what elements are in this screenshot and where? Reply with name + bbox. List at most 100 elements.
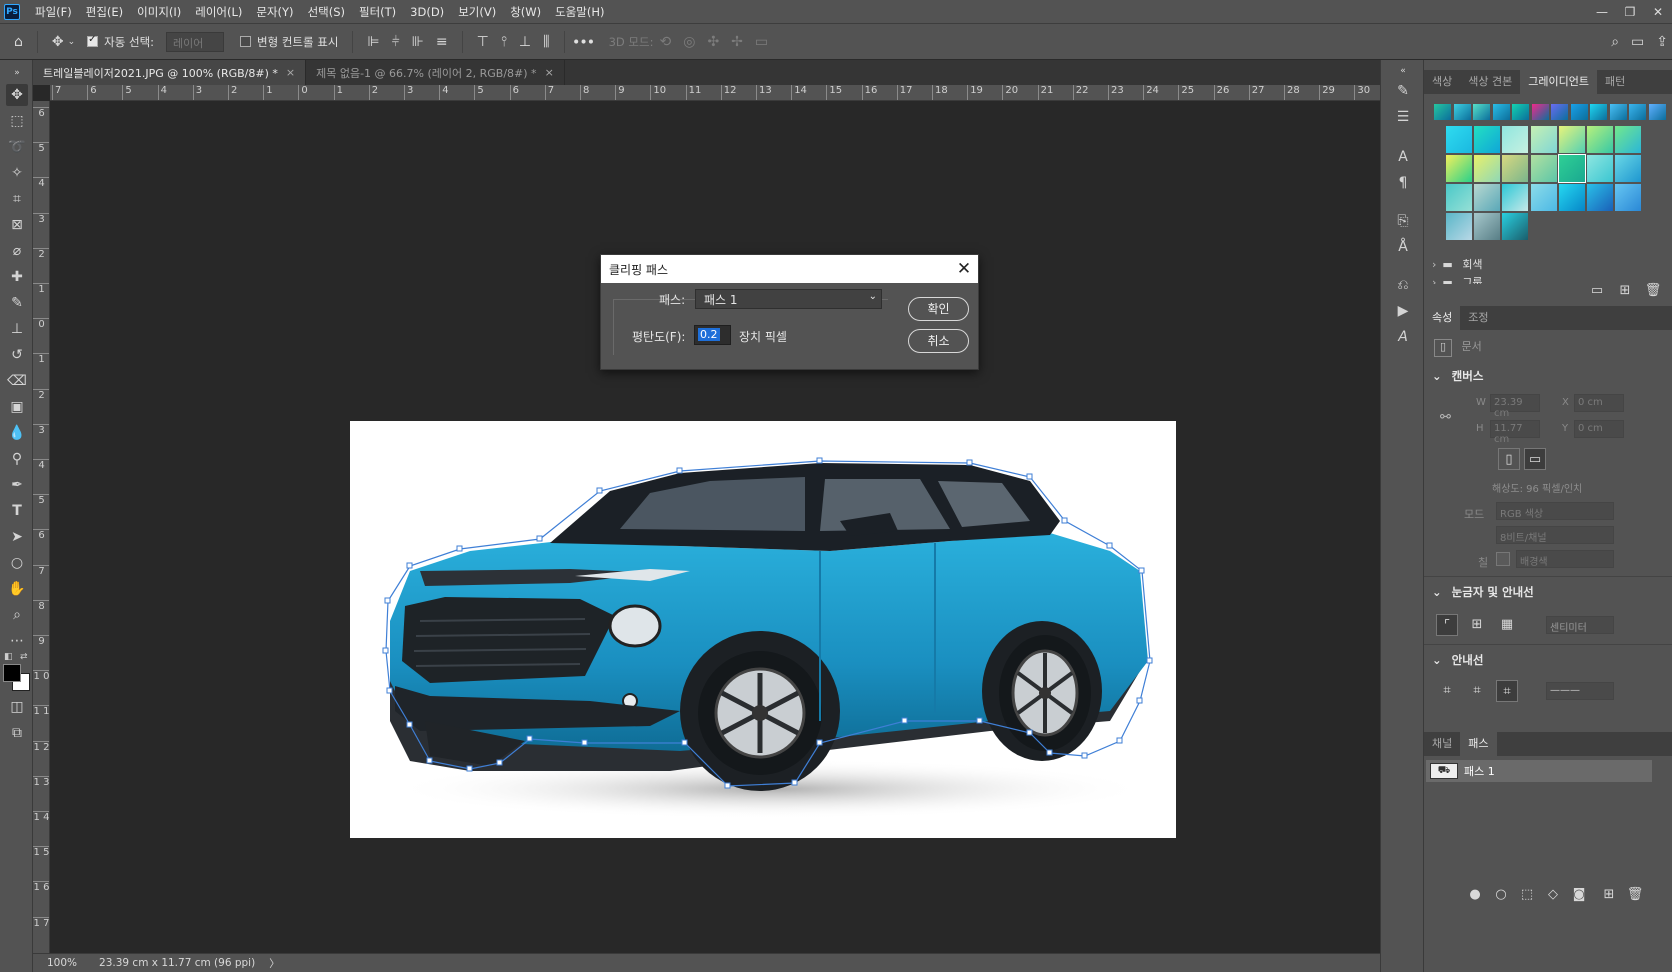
units-dropdown[interactable]: 센티미터 xyxy=(1546,616,1614,634)
lasso-tool-icon[interactable]: ➰ xyxy=(6,136,28,158)
transform-controls-checkbox[interactable] xyxy=(240,36,252,47)
magic-wand-tool-icon[interactable]: ✧ xyxy=(6,162,28,184)
gradient-swatch[interactable] xyxy=(1615,126,1642,153)
path-selection-tool-icon[interactable]: ➤ xyxy=(6,526,28,548)
pixel-grid-icon[interactable]: ▦ xyxy=(1496,614,1518,636)
default-colors-icon[interactable]: ◧ xyxy=(4,652,13,662)
gradient-swatch[interactable] xyxy=(1473,104,1490,120)
marquee-tool-icon[interactable]: ⬚ xyxy=(6,110,28,132)
menu-edit[interactable]: 편집(E) xyxy=(79,0,130,24)
close-tab-icon[interactable]: × xyxy=(545,66,554,79)
align-center-h-icon[interactable]: ⫩ xyxy=(392,34,400,50)
blur-tool-icon[interactable]: 💧 xyxy=(6,422,28,444)
guide-layout-icon[interactable]: ⌗ xyxy=(1436,680,1458,702)
new-group-icon[interactable]: ▭ xyxy=(1586,280,1608,302)
gradient-swatch[interactable] xyxy=(1474,213,1501,240)
adjust-panel-icon[interactable]: ☰ xyxy=(1392,106,1414,128)
move-tool-preset-icon[interactable]: ✥ xyxy=(52,34,64,50)
tab-adjustments[interactable]: 조정 xyxy=(1460,306,1496,330)
gradient-swatch[interactable] xyxy=(1609,104,1627,120)
fill-dropdown[interactable]: 배경색 xyxy=(1516,550,1614,568)
screen-mode-icon[interactable]: ⧉ xyxy=(6,722,28,744)
gradient-swatch[interactable] xyxy=(1512,104,1529,120)
stroke-path-icon[interactable]: ○ xyxy=(1490,884,1512,906)
gradient-tool-icon[interactable]: ▣ xyxy=(6,396,28,418)
gradient-swatch[interactable] xyxy=(1557,154,1586,183)
close-tab-icon[interactable]: × xyxy=(286,66,295,79)
quick-mask-icon[interactable]: ◫ xyxy=(6,696,28,718)
dodge-tool-icon[interactable]: ⚲ xyxy=(6,448,28,470)
menu-help[interactable]: 도움말(H) xyxy=(548,0,611,24)
tab-properties[interactable]: 속성 xyxy=(1424,306,1461,330)
cancel-button[interactable]: 취소 xyxy=(908,329,969,353)
link-icon[interactable]: ⚯ xyxy=(1440,410,1451,425)
mode-dropdown[interactable]: RGB 색상 xyxy=(1496,502,1614,520)
gradient-swatch[interactable] xyxy=(1558,184,1585,211)
gradient-swatch[interactable] xyxy=(1474,155,1501,182)
path-dropdown[interactable]: 패스 1 ⌄ xyxy=(695,289,882,309)
menu-file[interactable]: 파일(F) xyxy=(28,0,79,24)
load-selection-icon[interactable]: ⬚ xyxy=(1516,884,1538,906)
character-panel-icon[interactable]: A xyxy=(1392,146,1414,168)
type-tool-icon[interactable]: T xyxy=(6,500,28,522)
menu-window[interactable]: 창(W) xyxy=(503,0,548,24)
gradient-swatch[interactable] xyxy=(1502,213,1529,240)
grid-toggle-icon[interactable]: ⊞ xyxy=(1466,614,1488,636)
ruler-toggle-icon[interactable]: ⌜ xyxy=(1436,614,1458,636)
gradient-swatch[interactable] xyxy=(1615,155,1642,182)
gradient-swatch[interactable] xyxy=(1474,126,1501,153)
frame-tool-icon[interactable]: ⊠ xyxy=(6,214,28,236)
align-left-icon[interactable]: ⊫ xyxy=(367,34,379,50)
chevron-down-icon[interactable]: ⌄ xyxy=(68,37,76,47)
swap-colors-icon[interactable]: ⇄ xyxy=(20,652,28,662)
gradient-swatch[interactable] xyxy=(1531,104,1549,120)
tab-channels[interactable]: 채널 xyxy=(1424,732,1460,756)
gradient-swatch[interactable] xyxy=(1530,184,1557,211)
align-middle-icon[interactable]: ⫯ xyxy=(501,34,507,50)
gradient-swatch[interactable] xyxy=(1570,104,1588,120)
tab-color[interactable]: 색상 xyxy=(1424,70,1460,94)
gradient-swatch[interactable] xyxy=(1558,126,1585,153)
path-list-item[interactable]: ⛟ 패스 1 xyxy=(1426,760,1652,782)
guides-from-shape-icon[interactable]: ⌗ xyxy=(1496,680,1518,702)
gradient-swatch[interactable] xyxy=(1587,155,1613,182)
auto-select-checkbox[interactable] xyxy=(87,34,99,47)
gradient-swatch[interactable] xyxy=(1492,104,1510,120)
gradient-swatch[interactable] xyxy=(1530,126,1557,153)
gradient-swatch[interactable] xyxy=(1615,184,1642,211)
collapse-tools-icon[interactable]: » xyxy=(6,62,28,84)
paragraph-panel-icon[interactable]: ¶ xyxy=(1392,172,1414,194)
search-icon[interactable]: ⌕ xyxy=(1611,34,1619,50)
eraser-tool-icon[interactable]: ⌫ xyxy=(6,370,28,392)
x-field[interactable]: 0 cm xyxy=(1574,394,1624,412)
ellipse-tool-icon[interactable]: ○ xyxy=(6,552,28,574)
landscape-icon[interactable]: ▭ xyxy=(1524,448,1546,470)
gradient-swatch[interactable] xyxy=(1434,104,1451,120)
gradient-swatch[interactable] xyxy=(1648,104,1666,120)
tab-trailblazer[interactable]: 트레일블레이저2021.JPG @ 100% (RGB/8#) * × xyxy=(33,60,307,85)
share-icon[interactable]: ⇪ xyxy=(1656,34,1668,50)
pen-tool-icon[interactable]: ✒ xyxy=(6,474,28,496)
menu-layer[interactable]: 레이어(L) xyxy=(188,0,249,24)
gradient-swatch[interactable] xyxy=(1446,126,1472,153)
status-menu-arrow[interactable]: 〉 xyxy=(269,956,280,971)
delete-icon[interactable]: 🗑 xyxy=(1642,280,1664,302)
healing-brush-tool-icon[interactable]: ✚ xyxy=(6,266,28,288)
y-field[interactable]: 0 cm xyxy=(1574,420,1624,438)
gradient-swatch[interactable] xyxy=(1453,104,1471,120)
glyphs-panel-icon[interactable]: Å xyxy=(1392,236,1414,258)
distribute-h-icon[interactable]: ≡ xyxy=(436,34,448,50)
guides-section-header[interactable]: ⌄ 안내선 xyxy=(1432,652,1483,668)
gradient-swatch[interactable] xyxy=(1629,104,1646,120)
document-canvas[interactable] xyxy=(350,421,1176,838)
canvas-section-header[interactable]: ⌄ 캔버스 xyxy=(1432,368,1483,384)
eyedropper-tool-icon[interactable]: ⌀ xyxy=(6,240,28,262)
gradient-swatch[interactable] xyxy=(1502,155,1529,182)
zoom-level[interactable]: 100% xyxy=(47,957,77,969)
gradient-swatch[interactable] xyxy=(1474,184,1501,211)
tab-patterns[interactable]: 패턴 xyxy=(1597,70,1633,94)
clone-source-icon[interactable]: ⎘ xyxy=(1392,210,1414,232)
fill-swatch[interactable] xyxy=(1496,552,1510,566)
home-icon[interactable]: ⌂ xyxy=(14,34,23,50)
gradient-swatch[interactable] xyxy=(1587,126,1613,153)
